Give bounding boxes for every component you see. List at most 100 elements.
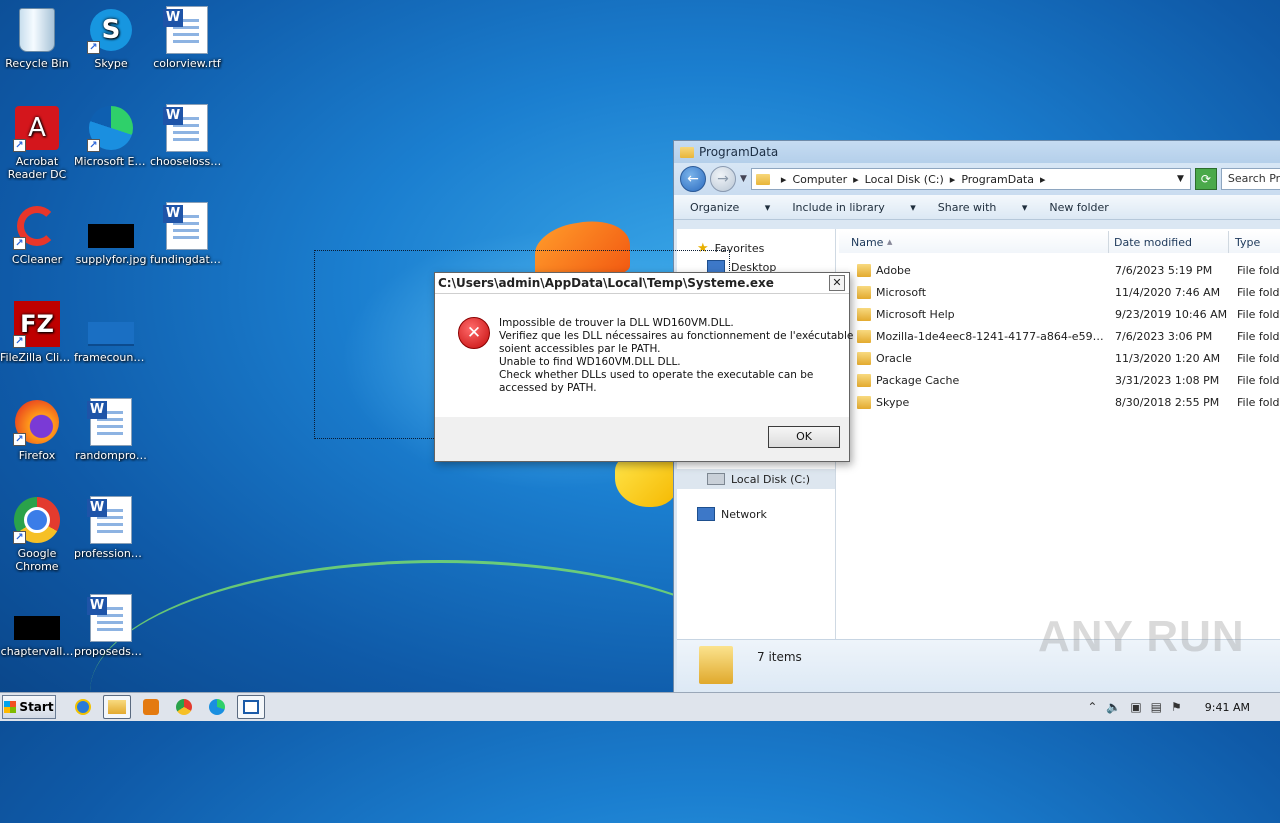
forward-button[interactable]: → (710, 166, 736, 192)
folder-icon (857, 373, 871, 387)
clock[interactable]: 9:41 AM (1205, 701, 1250, 714)
network-icon (697, 507, 715, 521)
show-hidden-icons-icon[interactable]: ⌃ (1087, 700, 1097, 714)
drive-icon (707, 473, 725, 485)
dialog-title: C:\Users\admin\AppData\Local\Temp\System… (438, 276, 774, 290)
shortcut-arrow-icon: ↗ (13, 139, 26, 152)
shortcut-arrow-icon: ↗ (87, 41, 100, 54)
taskbar-explorer[interactable] (103, 695, 131, 719)
file-row[interactable]: Microsoft Help 9/23/2019 10:46 AM File fol… (839, 303, 1280, 325)
taskbar-systeme-app[interactable] (237, 695, 265, 719)
desktop-icon-firefox[interactable]: ↗ Firefox (0, 398, 74, 462)
file-row[interactable]: Package Cache3/31/2023 1:08 PMFile folde… (839, 369, 1280, 391)
desktop-icon-label: Acrobat Reader DC (7, 155, 67, 181)
column-type[interactable]: Type (1229, 231, 1280, 253)
desktop-icon-ccleaner[interactable]: ↗ CCleaner (0, 202, 74, 266)
edge-icon (209, 699, 225, 715)
watermark: ANY RUN (1038, 612, 1245, 661)
new-folder-button[interactable]: New folder (1049, 201, 1108, 214)
desktop-icon-supplyfor[interactable]: supplyfor.jpg (74, 202, 148, 266)
item-count: 7 items (757, 650, 802, 664)
shortcut-arrow-icon: ↗ (13, 531, 26, 544)
folder-icon (755, 173, 770, 185)
column-date-modified[interactable]: Date modified (1109, 231, 1229, 253)
folder-icon (108, 700, 126, 714)
taskbar-chrome[interactable] (171, 696, 197, 718)
include-in-library-menu[interactable]: Include in library ▾ (792, 201, 915, 214)
desktop-icon-chrome[interactable]: ↗ Google Chrome (0, 496, 74, 573)
desktop-icon-label: Google Chrome (15, 547, 59, 573)
breadcrumb-separator: ▸ (853, 172, 859, 186)
desktop-icon-label: CCleaner (11, 253, 63, 266)
file-row[interactable]: Mozilla-1de4eec8-1241-4177-a864-e594e8d…… (839, 325, 1280, 347)
folder-icon (699, 646, 733, 684)
message-line: Unable to find WD160VM.DLL DLL. (499, 356, 681, 368)
address-bar[interactable]: ▸ Computer ▸ Local Disk (C:) ▸ ProgramDa… (750, 168, 1191, 190)
explorer-toolbar: Organize ▾ Include in library ▾ Share wi… (674, 195, 1280, 220)
action-center-flag-icon[interactable]: ⚑ (1171, 700, 1182, 714)
explorer-title: ProgramData (699, 145, 779, 159)
image-thumbnail-icon (88, 224, 134, 248)
folder-icon (857, 263, 871, 277)
desktop-icon-acrobat[interactable]: A ↗ Acrobat Reader DC (0, 104, 74, 181)
error-dialog[interactable]: C:\Users\admin\AppData\Local\Temp\System… (434, 272, 853, 462)
nav-local-disk[interactable]: Local Disk (C:) (677, 469, 835, 489)
error-icon: ✕ (458, 317, 490, 349)
desktop-icon-chaptervall[interactable]: chaptervall… (0, 594, 74, 658)
share-with-menu[interactable]: Share with ▾ (938, 201, 1028, 214)
search-input[interactable]: Search Pro (1220, 168, 1280, 190)
image-thumbnail-icon (88, 322, 134, 346)
taskbar-ie[interactable] (70, 696, 96, 718)
network-tray-icon[interactable]: ▣ (1130, 700, 1141, 714)
taskbar-edge[interactable] (204, 696, 230, 718)
desktop-icon-label: framecount… (74, 351, 148, 364)
desktop-icon-filezilla[interactable]: FZ ↗ FileZilla Client (0, 300, 74, 364)
nav-network[interactable]: Network (697, 507, 767, 521)
folder-icon (857, 351, 871, 365)
desktop-icon-framecount[interactable]: framecount… (74, 300, 148, 364)
folder-icon (857, 329, 871, 343)
desktop-icon-edge[interactable]: ↗ Microsoft Edge (74, 104, 148, 168)
refresh-button[interactable]: ⟳ (1194, 168, 1217, 190)
desktop-icon-label: supplyfor.jpg (75, 253, 147, 266)
dialog-body: ✕ Impossible de trouver la DLL WD160VM.D… (435, 293, 853, 417)
desktop-icon-chooseloss[interactable]: W chooseloss.rtf (150, 104, 224, 168)
breadcrumb-computer[interactable]: Computer (792, 173, 847, 186)
folder-icon (857, 307, 871, 321)
desktop-icon-recycle-bin[interactable]: Recycle Bin (0, 6, 74, 70)
back-button[interactable]: ← (680, 166, 706, 192)
app-window-icon (243, 700, 259, 714)
desktop-icon-colorview[interactable]: W colorview.rtf (150, 6, 224, 70)
display-icon[interactable]: ▤ (1151, 700, 1162, 714)
organize-menu[interactable]: Organize ▾ (690, 201, 770, 214)
folder-icon (857, 285, 871, 299)
message-line: Impossible de trouver la DLL WD160VM.DLL… (499, 317, 734, 329)
desktop-icon-fundingdata[interactable]: W fundingdata… (150, 202, 224, 266)
file-row[interactable]: Adobe7/6/2023 5:19 PMFile folder (839, 259, 1280, 281)
breadcrumb-local-disk[interactable]: Local Disk (C:) (865, 173, 944, 186)
media-player-icon (143, 699, 159, 715)
file-row[interactable]: Oracle11/3/2020 1:20 AMFile folder (839, 347, 1280, 369)
file-row[interactable]: Microsoft11/4/2020 7:46 AMFile folder (839, 281, 1280, 303)
breadcrumb-programdata[interactable]: ProgramData (961, 173, 1034, 186)
file-row[interactable]: Skype8/30/2018 2:55 PMFile folder (839, 391, 1280, 413)
start-button[interactable]: Start (2, 695, 56, 719)
close-button[interactable]: ✕ (829, 275, 845, 291)
desktop-icon-label: chooseloss.rtf (150, 155, 224, 168)
shortcut-arrow-icon: ↗ (13, 433, 26, 446)
recycle-bin-icon (19, 8, 55, 52)
breadcrumb-separator: ▸ (1040, 172, 1046, 186)
volume-icon[interactable]: 🔈 (1106, 700, 1121, 714)
column-name[interactable]: Name ▲ (839, 231, 1109, 253)
desktop-icon-randompro[interactable]: W randompro… (74, 398, 148, 462)
address-dropdown-icon[interactable]: ▼ (1177, 174, 1184, 184)
dialog-titlebar[interactable]: C:\Users\admin\AppData\Local\Temp\System… (435, 273, 849, 294)
taskbar-media-player[interactable] (138, 696, 164, 718)
desktop-icon-proposedse[interactable]: W proposedse… (74, 594, 148, 658)
desktop-icon-professiona[interactable]: W professiona… (74, 496, 148, 560)
wallpaper-flag-yellow (615, 455, 677, 507)
explorer-titlebar[interactable]: ProgramData (674, 141, 1280, 163)
ok-button[interactable]: OK (768, 426, 840, 448)
chevron-down-icon[interactable]: ▼ (740, 174, 747, 184)
desktop-icon-skype[interactable]: S ↗ Skype (74, 6, 148, 70)
